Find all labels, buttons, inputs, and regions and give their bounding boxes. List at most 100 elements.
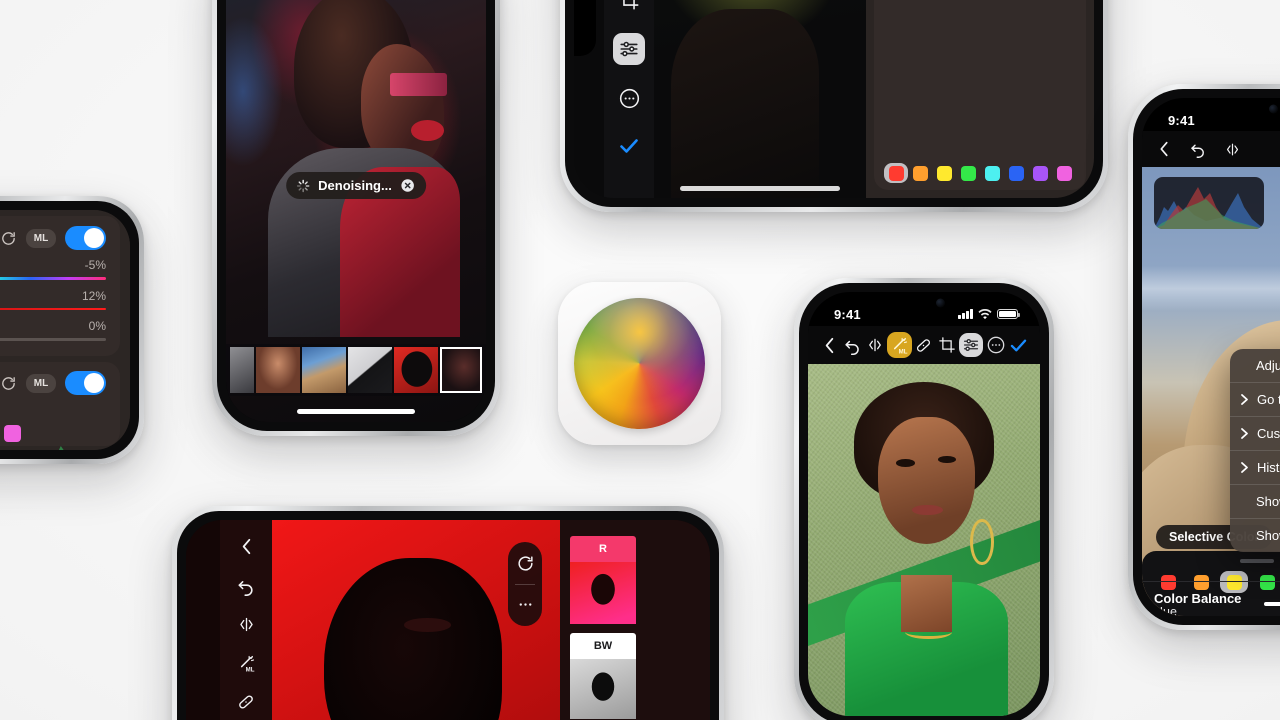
more-ellipsis-icon[interactable] <box>985 332 1006 358</box>
chevron-left-icon[interactable] <box>232 536 260 558</box>
adjustments-icon[interactable] <box>958 333 984 357</box>
wifi-icon <box>978 308 992 320</box>
compare-icon[interactable] <box>864 332 885 358</box>
menu-item-adjust-in[interactable]: Adjust In <box>1230 349 1280 383</box>
section-toggle[interactable] <box>65 226 106 250</box>
list-item[interactable] <box>393 347 438 393</box>
reset-icon[interactable] <box>0 230 17 247</box>
checkmark-icon[interactable] <box>614 131 644 161</box>
menu-item-label: Show Pr <box>1256 494 1280 509</box>
preset-group-r[interactable]: R <box>570 536 636 624</box>
hue-slider[interactable] <box>0 277 106 280</box>
preset-group-bw[interactable]: BW <box>570 633 636 720</box>
list-item[interactable] <box>301 347 346 393</box>
undo-icon[interactable] <box>1188 137 1208 161</box>
section-title-color-balance: Color Balance <box>1154 591 1242 606</box>
slider-value: 12% <box>81 288 106 303</box>
chevron-right-icon <box>1240 393 1249 406</box>
list-item[interactable] <box>347 347 392 393</box>
swatch-orange[interactable] <box>908 163 932 183</box>
photo-canvas[interactable] <box>808 364 1040 716</box>
repair-bandage-icon[interactable] <box>232 691 260 713</box>
status-time: 9:41 <box>1168 112 1195 128</box>
chevron-left-icon[interactable] <box>1154 137 1174 161</box>
svg-text:ML: ML <box>245 666 254 673</box>
edit-toolbar[interactable]: ML <box>604 0 654 198</box>
menu-item-show-presets[interactable]: Show Pr <box>1230 485 1280 519</box>
list-item[interactable] <box>570 562 636 624</box>
histogram-overlay[interactable] <box>1154 177 1264 229</box>
swatch-magenta[interactable] <box>1052 163 1076 183</box>
status-time: 9:41 <box>834 306 861 322</box>
undo-icon[interactable] <box>842 332 863 358</box>
progress-label: Denoising... <box>318 178 392 193</box>
adjust-card-hsl: n ML -5% <box>0 216 120 356</box>
list-item[interactable] <box>255 347 300 393</box>
checkmark-icon[interactable] <box>1008 332 1029 358</box>
compare-icon[interactable] <box>1222 137 1242 161</box>
swatch-blue[interactable] <box>1004 163 1028 183</box>
list-item[interactable] <box>230 347 254 393</box>
home-indicator <box>680 186 840 191</box>
swatch-purple[interactable] <box>1028 163 1052 183</box>
side-actions[interactable] <box>508 542 542 626</box>
menu-item-show-files[interactable]: Show Fi <box>1230 519 1280 552</box>
app-icon-tile[interactable] <box>558 282 721 445</box>
close-circle-icon[interactable] <box>400 178 415 193</box>
ml-badge[interactable]: ML <box>26 228 56 248</box>
ml-wand-icon[interactable]: ML <box>232 652 260 674</box>
repair-bandage-icon[interactable] <box>914 332 935 358</box>
menu-item-histogram[interactable]: Histogra <box>1230 451 1280 485</box>
menu-item-customize[interactable]: Customi <box>1230 417 1280 451</box>
menu-item-label: Histogra <box>1257 460 1280 475</box>
device-right-edge: 9:41 Adju Go t Cus Hist Sho Sho Selectiv… <box>1128 84 1280 630</box>
adjustments-icon[interactable] <box>613 33 645 65</box>
reset-icon[interactable] <box>0 375 17 392</box>
filmstrip[interactable] <box>226 344 486 396</box>
saturation-slider[interactable] <box>0 307 106 310</box>
undo-icon[interactable] <box>232 575 260 597</box>
menu-item-go-to[interactable]: Go to Ad <box>1230 383 1280 417</box>
sheet-grabber[interactable] <box>1240 559 1274 563</box>
list-item[interactable] <box>439 347 482 393</box>
adjust-sheet: Hue Saturation Brightness <box>1142 551 1280 616</box>
edit-toolbar[interactable]: ML <box>808 326 1040 364</box>
swatch-cyan[interactable] <box>980 163 1004 183</box>
context-menu[interactable]: Adjust In Go to Ad Customi <box>1230 349 1280 552</box>
notch <box>877 292 971 314</box>
device-top-center: ML <box>560 0 1108 212</box>
swatch-green[interactable] <box>956 163 980 183</box>
crop-icon[interactable] <box>936 332 957 358</box>
chevron-left-icon[interactable] <box>819 332 840 358</box>
more-ellipsis-icon[interactable] <box>516 595 535 614</box>
ml-badge[interactable]: ML <box>26 373 56 393</box>
selective-color-card: ML <box>0 362 120 450</box>
device-bottom-landscape: ML R BW <box>172 506 724 720</box>
edit-toolbar[interactable]: ML <box>220 520 272 720</box>
vibrance-slider[interactable] <box>0 338 106 341</box>
compare-icon[interactable] <box>232 614 260 636</box>
menu-item-label: Show Fi <box>1256 528 1280 543</box>
photo-canvas[interactable]: Adjust In Go to Ad Customi <box>1142 167 1280 616</box>
progress-toast: Denoising... <box>286 172 426 199</box>
preset-group-label: R <box>570 536 636 562</box>
reset-icon[interactable] <box>516 554 535 573</box>
menu-item-label: Go to Ad <box>1257 392 1280 407</box>
color-swatch-row[interactable] <box>0 425 110 442</box>
crop-icon[interactable] <box>614 0 644 15</box>
swatch-red[interactable] <box>884 163 908 183</box>
presets-rail[interactable]: R BW <box>560 520 710 720</box>
pixelmator-photo-icon <box>574 298 705 429</box>
selective-color-card: Selective Color ML <box>874 0 1086 190</box>
photo-canvas[interactable] <box>654 0 866 198</box>
swatch-magenta[interactable] <box>4 425 21 442</box>
color-swatch-row[interactable] <box>884 163 1076 183</box>
swatch-yellow[interactable] <box>932 163 956 183</box>
ml-wand-icon[interactable]: ML <box>887 332 912 358</box>
slider-value: 0% <box>88 319 106 333</box>
list-item[interactable] <box>570 659 636 719</box>
edit-toolbar[interactable]: ML <box>1142 131 1280 167</box>
more-ellipsis-icon[interactable] <box>614 83 644 113</box>
section-toggle[interactable] <box>65 371 106 395</box>
device-left-edge: n ML -5% <box>0 196 144 464</box>
